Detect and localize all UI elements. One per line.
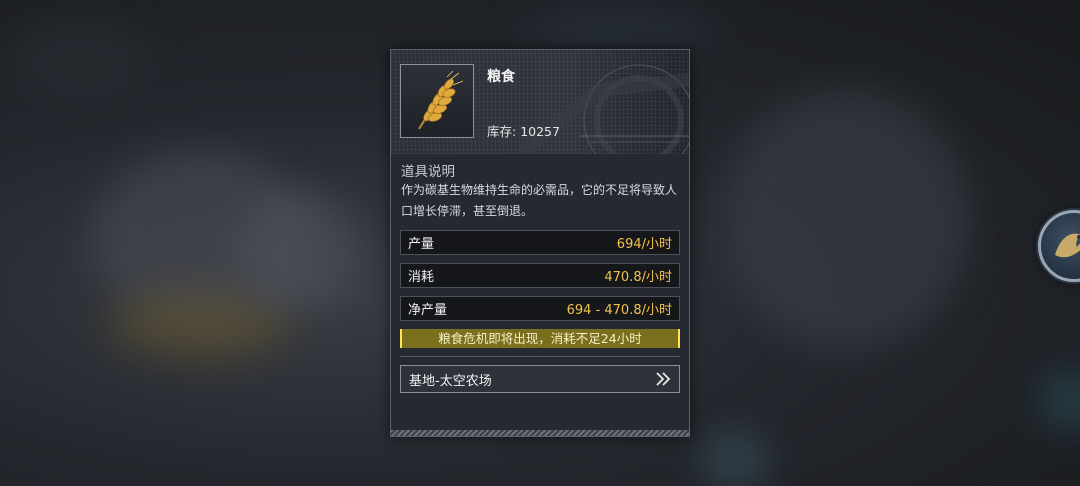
stat-label: 消耗 <box>408 270 435 285</box>
divider <box>400 356 680 357</box>
stat-row-net-production: 净产量 694 - 470.8/小时 <box>400 296 680 321</box>
item-name: 粮食 <box>487 69 515 85</box>
item-icon-frame <box>400 64 474 138</box>
stat-value: 470.8/小时 <box>604 270 672 285</box>
double-chevron-right-icon <box>656 372 671 386</box>
wheat-icon <box>418 71 464 130</box>
stat-value: 694 - 470.8/小时 <box>566 303 672 318</box>
bird-emblem-icon <box>1055 233 1080 258</box>
source-building-label: 基地-太空农场 <box>409 373 492 389</box>
description-title: 道具说明 <box>401 164 455 180</box>
stat-row-consumption: 消耗 470.8/小时 <box>400 263 680 288</box>
stock-value: 10257 <box>520 124 560 139</box>
panel-bottom-trim <box>391 430 689 436</box>
description-text: 作为碳基生物维持生命的必需品，它的不足将导致人口增长停滞，甚至倒退。 <box>401 183 678 218</box>
stat-row-production: 产量 694/小时 <box>400 230 680 255</box>
stat-value: 694/小时 <box>616 237 672 252</box>
source-building-link[interactable]: 基地-太空农场 <box>400 365 680 393</box>
shortage-warning: 粮食危机即将出现，消耗不足24小时 <box>400 329 680 348</box>
item-header: 粮食 库存: 10257 <box>391 50 689 154</box>
stat-label: 净产量 <box>408 303 448 318</box>
stat-label: 产量 <box>408 237 435 252</box>
item-detail-panel: 粮食 库存: 10257 道具说明 作为碳基生物维持生命的必需品，它的不足将导致… <box>390 49 690 437</box>
item-stock: 库存: 10257 <box>487 121 560 140</box>
stock-label: 库存: <box>487 124 517 139</box>
